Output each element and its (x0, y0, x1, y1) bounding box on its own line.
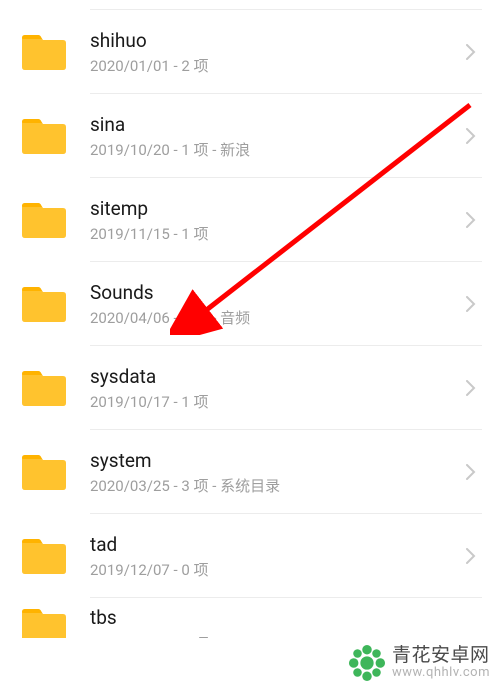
folder-icon (20, 200, 68, 240)
list-item[interactable]: system 2020/03/25 - 3 项 - 系统目录 (0, 430, 500, 514)
folder-name: sina (90, 113, 462, 138)
folder-icon (20, 116, 68, 156)
text-block: sysdata 2019/10/17 - 1 项 (90, 365, 462, 412)
watermark-title: 青花安卓网 (392, 645, 490, 666)
text-block: sitemp 2019/11/15 - 1 项 (90, 197, 462, 244)
folder-icon (20, 284, 68, 324)
folder-meta: 2020/03/25 - 3 项 - 系统目录 (90, 477, 462, 495)
list-item[interactable]: Sounds 2020/04/06 - 4 项 - 音频 (0, 262, 500, 346)
chevron-right-icon (462, 547, 480, 565)
folder-list: 2019/11/15 - 1 项 shihuo 2020/01/01 - 2 项… (0, 0, 500, 638)
folder-name: Sounds (90, 281, 462, 306)
watermark-text: 青花安卓网 www.qhhlv.com (392, 645, 490, 680)
chevron-right-icon (462, 211, 480, 229)
folder-meta: 2019/11/15 - 1 项 (90, 225, 462, 243)
folder-meta: 2020/01/01 - 2 项 (90, 57, 462, 75)
list-item[interactable]: tad 2019/12/07 - 0 项 (0, 514, 500, 598)
folder-name: tbs (90, 606, 480, 631)
chevron-right-icon (462, 295, 480, 313)
list-item[interactable]: shihuo 2020/01/01 - 2 项 (0, 10, 500, 94)
folder-icon (20, 368, 68, 408)
folder-name: sitemp (90, 197, 462, 222)
text-block: tad 2019/12/07 - 0 项 (90, 533, 462, 580)
list-item[interactable]: sina 2019/10/20 - 1 项 - 新浪 (0, 94, 500, 178)
list-item[interactable]: tbs 2019/10/15 - 1 项 (0, 598, 500, 638)
list-item[interactable]: 2019/11/15 - 1 项 (0, 0, 500, 10)
folder-icon (20, 32, 68, 72)
list-item[interactable]: sysdata 2019/10/17 - 1 项 (0, 346, 500, 430)
folder-meta: 2019/10/20 - 1 项 - 新浪 (90, 141, 462, 159)
text-block: shihuo 2020/01/01 - 2 项 (90, 29, 462, 76)
text-block: system 2020/03/25 - 3 项 - 系统目录 (90, 449, 462, 496)
text-block: sina 2019/10/20 - 1 项 - 新浪 (90, 113, 462, 160)
chevron-right-icon (462, 127, 480, 145)
text-block: Sounds 2020/04/06 - 4 项 - 音频 (90, 281, 462, 328)
chevron-right-icon (462, 43, 480, 61)
folder-name: system (90, 449, 462, 474)
chevron-right-icon (462, 463, 480, 481)
watermark-logo-icon (348, 644, 386, 682)
folder-meta: 2019/10/15 - 1 项 (90, 635, 480, 638)
text-block: tbs 2019/10/15 - 1 项 (90, 606, 480, 638)
chevron-right-icon (462, 379, 480, 397)
watermark: 青花安卓网 www.qhhlv.com (348, 644, 490, 682)
folder-name: sysdata (90, 365, 462, 390)
folder-meta: 2019/10/17 - 1 项 (90, 393, 462, 411)
folder-meta: 2020/04/06 - 4 项 - 音频 (90, 309, 462, 327)
folder-name: tad (90, 533, 462, 558)
folder-meta: 2019/12/07 - 0 项 (90, 561, 462, 579)
folder-icon (20, 606, 68, 638)
folder-icon (20, 536, 68, 576)
list-item[interactable]: sitemp 2019/11/15 - 1 项 (0, 178, 500, 262)
folder-name: shihuo (90, 29, 462, 54)
watermark-url: www.qhhlv.com (392, 666, 490, 680)
folder-icon (20, 452, 68, 492)
